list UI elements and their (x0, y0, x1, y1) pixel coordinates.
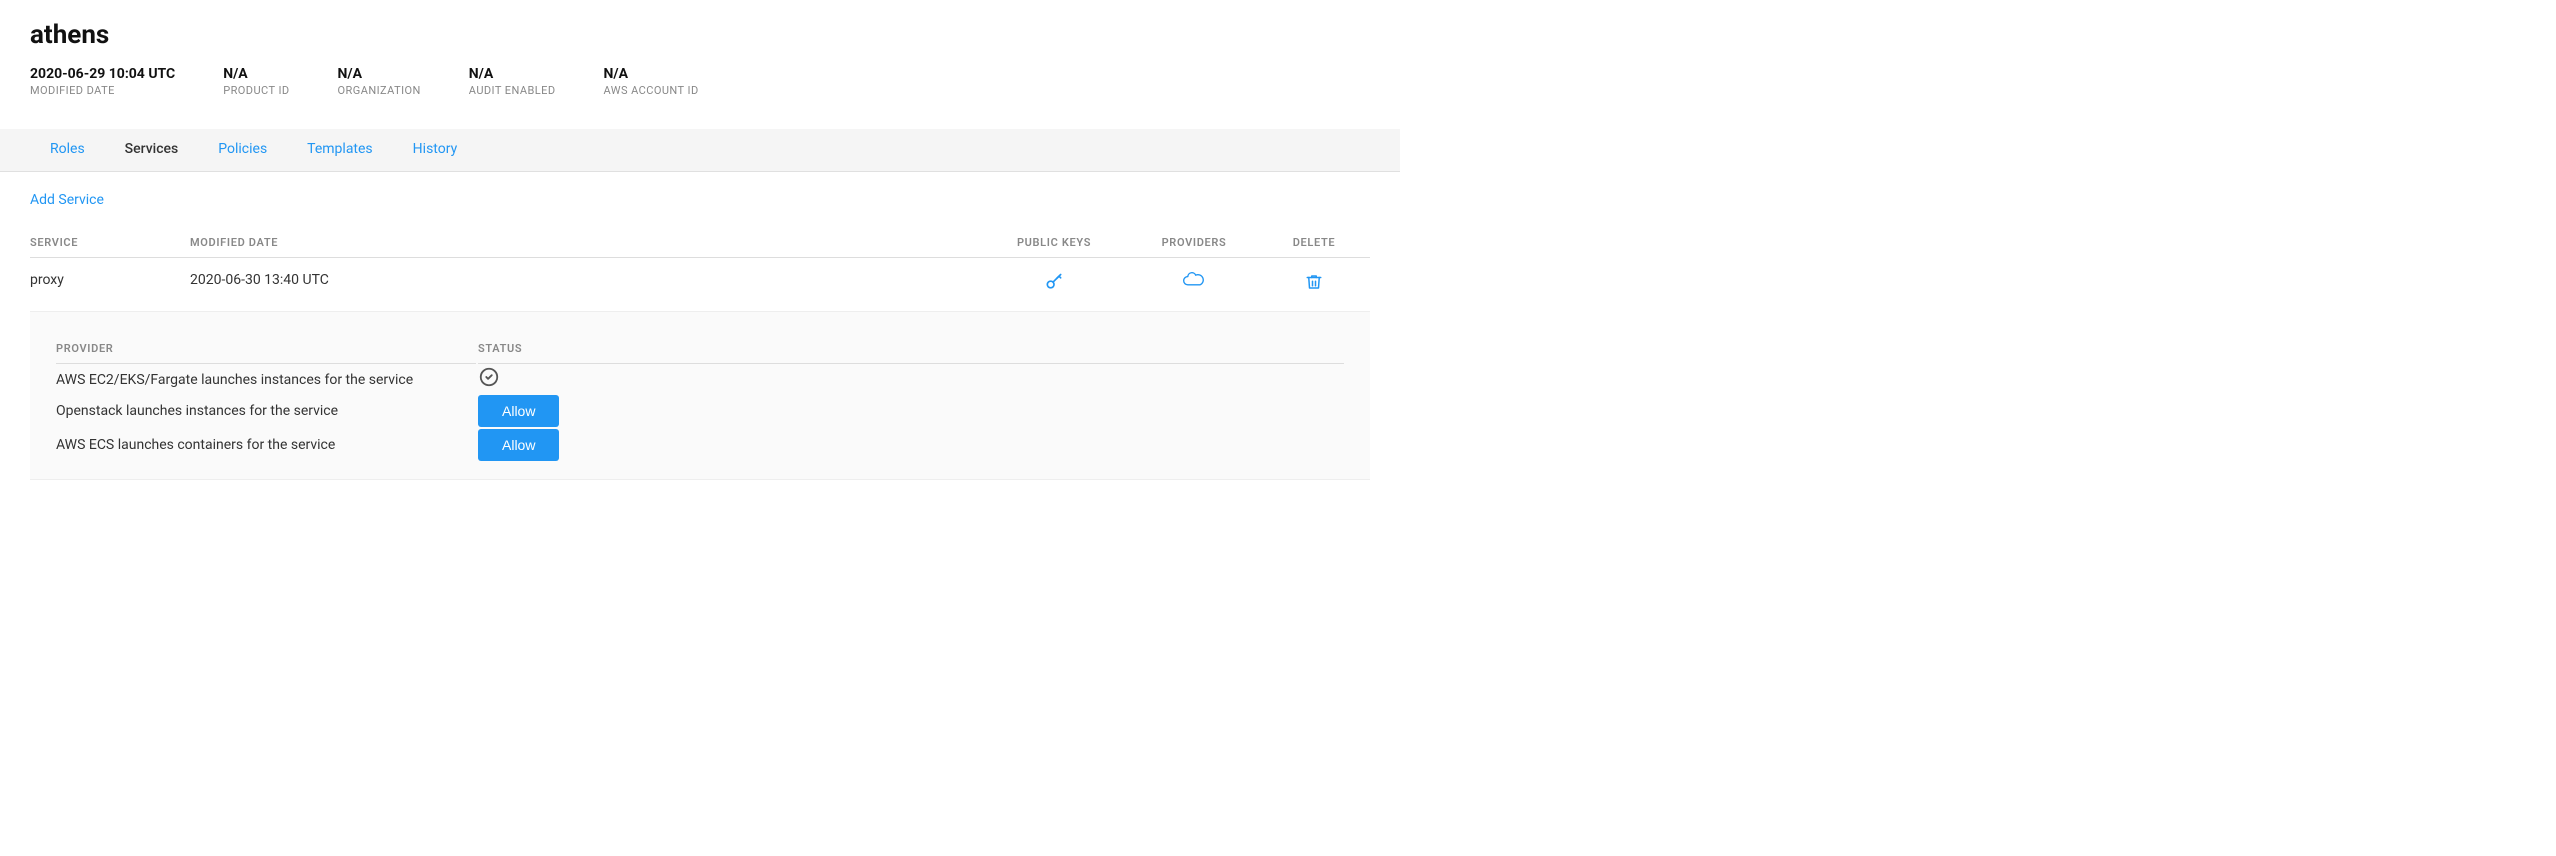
col-modified-date: MODIFIED DATE (190, 228, 490, 258)
providers-cell[interactable] (1130, 258, 1270, 312)
add-service-link[interactable]: Add Service (30, 192, 104, 208)
provider-subtable: PROVIDER STATUS AWS EC2/EKS/Fargate laun… (54, 332, 1346, 463)
tabs-bar: Roles Services Policies Templates Histor… (0, 129, 1400, 172)
page-title: athens (30, 20, 1370, 50)
meta-aws-account-id: N/A AWS ACCOUNT ID (604, 66, 699, 97)
provider-row-1: AWS EC2/EKS/Fargate launches instances f… (56, 366, 1344, 393)
key-icon[interactable] (1044, 276, 1064, 297)
allow-button-openstack[interactable]: Allow (478, 395, 559, 427)
col-providers: PROVIDERS (1130, 228, 1270, 258)
provider-row-2: Openstack launches instances for the ser… (56, 395, 1344, 427)
col-service: SERVICE (30, 228, 190, 258)
meta-row: 2020-06-29 10:04 UTC MODIFIED DATE N/A P… (30, 66, 1370, 109)
trash-icon[interactable] (1305, 276, 1323, 297)
meta-modified-date: 2020-06-29 10:04 UTC MODIFIED DATE (30, 66, 175, 97)
service-name: proxy (30, 258, 190, 312)
status-cell-1 (478, 366, 1344, 393)
meta-product-id: N/A PRODUCT ID (223, 66, 289, 97)
provider-name-3: AWS ECS launches containers for the serv… (56, 429, 476, 461)
col-provider: PROVIDER (56, 334, 476, 364)
cloud-icon[interactable] (1183, 272, 1205, 293)
tab-roles[interactable]: Roles (30, 129, 105, 171)
meta-organization: N/A ORGANIZATION (338, 66, 421, 97)
tab-services[interactable]: Services (105, 129, 199, 171)
provider-row-3: AWS ECS launches containers for the serv… (56, 429, 1344, 461)
spacer-cell (490, 258, 990, 312)
provider-name-2: Openstack launches instances for the ser… (56, 395, 476, 427)
tab-history[interactable]: History (393, 129, 478, 171)
tab-templates[interactable]: Templates (287, 129, 393, 171)
col-delete: DELETE (1270, 228, 1370, 258)
expand-content: PROVIDER STATUS AWS EC2/EKS/Fargate laun… (30, 312, 1370, 480)
tab-policies[interactable]: Policies (198, 129, 287, 171)
provider-name-1: AWS EC2/EKS/Fargate launches instances f… (56, 366, 476, 393)
allow-button-ecs[interactable]: Allow (478, 429, 559, 461)
service-modified-date: 2020-06-30 13:40 UTC (190, 258, 490, 312)
table-row: proxy 2020-06-30 13:40 UTC (30, 258, 1370, 312)
services-table: SERVICE MODIFIED DATE PUBLIC KEYS PROVID… (30, 228, 1370, 480)
meta-audit-enabled: N/A AUDIT ENABLED (469, 66, 556, 97)
delete-cell[interactable] (1270, 258, 1370, 312)
expand-row: PROVIDER STATUS AWS EC2/EKS/Fargate laun… (30, 312, 1370, 481)
status-cell-2[interactable]: Allow (478, 395, 1344, 427)
col-public-keys: PUBLIC KEYS (990, 228, 1130, 258)
expand-cell: PROVIDER STATUS AWS EC2/EKS/Fargate laun… (30, 312, 1370, 481)
content-area: Add Service SERVICE MODIFIED DATE PUBLIC… (30, 172, 1370, 480)
check-icon (478, 369, 500, 393)
col-status: STATUS (478, 334, 1344, 364)
status-cell-3[interactable]: Allow (478, 429, 1344, 461)
col-spacer (490, 228, 990, 258)
public-keys-cell[interactable] (990, 258, 1130, 312)
